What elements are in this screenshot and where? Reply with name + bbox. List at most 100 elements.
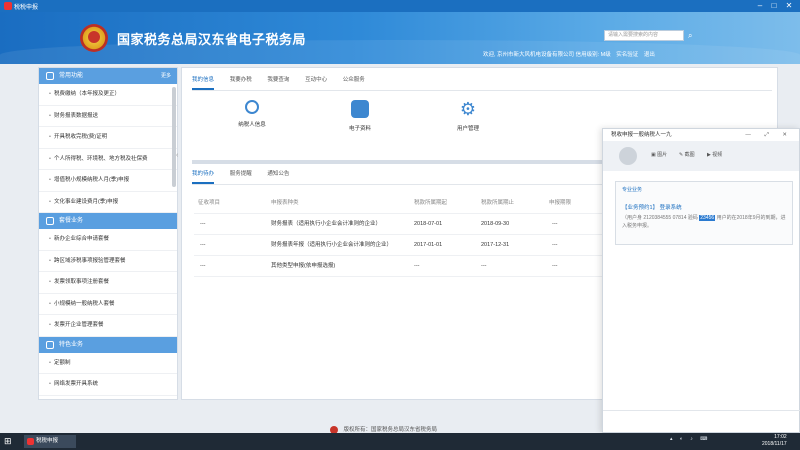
document-icon [351,100,369,118]
search-input[interactable]: 请输入需要搜索的内容 [604,30,684,41]
more-link[interactable]: 更多 [161,68,171,84]
quick-taxpayer-info[interactable]: 纳税人信息 [222,100,282,128]
sidebar-item[interactable]: 新办企业综合申请套餐 [39,229,177,251]
cell: 2018-09-30 [481,221,510,227]
quick-label: 用户管理 [456,126,479,132]
header-cell: 申报期限 [549,200,572,206]
cell: --- [481,263,487,269]
special-icon [46,340,54,349]
divider [192,90,772,91]
taskbar-app-label: 税税申报 [36,438,59,444]
sidebar-item[interactable]: 跨区域涉税事项报验管理套餐 [39,251,177,272]
tab-notice[interactable]: 通知公告 [267,166,289,182]
group-title: 套餐业务 [59,218,84,224]
sidebar-item[interactable]: 财务报表数据报送 [39,106,177,127]
todo-table: 征收项目 申报表种类 税款所属期起 税款所属期止 申报期限 --- 财务报表（适… [194,193,614,277]
sidebar-group-special[interactable]: 特色业务 [39,336,177,353]
sidebar-item[interactable]: 网络发票开具系统 [39,374,177,396]
video-button[interactable]: ▶ 视频 [707,151,722,158]
quick-user-management[interactable]: ⚙ 用户管理 [438,100,498,132]
clock-date: 2018/11/17 [762,441,787,447]
app-icon [4,2,12,10]
app-icon [27,438,34,445]
gear-icon: ⚙ [459,99,477,119]
sidebar-group-packages[interactable]: 套餐业务 [39,213,177,229]
os-taskbar: ⊞ 税税申报 ▴ ◐ ♪ ⌨ 17:02 2018/11/17 [0,433,800,450]
cell: 其他类型申报(依申报选报) [271,263,336,269]
sidebar-item[interactable]: 发票开企业管理套餐 [39,315,177,337]
quick-electronic-docs[interactable]: 电子资料 [330,100,390,132]
sidebar-group-common[interactable]: 常用功能 更多 [39,68,177,84]
sidebar-item[interactable]: 定额制 [39,353,177,374]
window-titlebar: 税税申报 – □ ✕ [0,0,800,12]
sidebar-item[interactable]: 文化事业建设费月(季)申报 [39,192,177,213]
table-row[interactable]: --- 财务报表年报（适用执行小企业会计准则的企业） 2017-01-01 20… [194,235,614,256]
tab-public-service[interactable]: 公众服务 [343,72,365,88]
logout-link[interactable]: 退出 [644,52,655,58]
table-row[interactable]: --- 财务报表（适用执行小企业会计准则的企业） 2018-07-01 2018… [194,214,614,235]
chat-toolbar: ▣ 图片 ✎ 截图 ▶ 视频 [603,141,799,171]
chat-input[interactable] [603,410,800,432]
sidebar-item[interactable]: 小规模纳一般纳税人套餐 [39,294,177,315]
cell: --- [200,263,206,269]
screenshot-button[interactable]: ✎ 截图 [679,151,695,158]
sidebar-item[interactable]: 发票领取事项注册套餐 [39,272,177,294]
sidebar-item[interactable]: 开具税收完税(费)证明 [39,127,177,149]
header-cell: 申报表种类 [271,200,299,206]
chat-title: 税收申报一般纳税人一九 [611,132,672,138]
tab-query[interactable]: 我要查询 [267,72,289,88]
tab-service-reminder[interactable]: 服务提醒 [230,166,252,182]
cell: --- [552,221,558,227]
action-label: 截图 [684,152,695,158]
header-cell: 税款所属期起 [414,200,448,206]
sidebar-item[interactable]: 个人所得税、环境税、地方税及社保费 [39,149,177,170]
person-icon [245,100,259,114]
tab-file-tax[interactable]: 我要办税 [230,72,252,88]
group-title: 常用功能 [59,73,84,79]
welcome-bar: 欢迎, 京州市新大风机电设备有限公司 信用级别: M级 实名验证 退出 [483,50,655,58]
minimize-icon[interactable]: – [754,1,766,11]
collapse-chevron-icon[interactable]: ‹ [176,152,178,159]
table-header: 征收项目 申报表种类 税款所属期起 税款所属期止 申报期限 [194,193,614,214]
windows-start-icon[interactable]: ⊞ [4,436,15,447]
tax-emblem-logo [80,24,108,52]
sidebar-item[interactable]: 增值税小规模纳税人月(季)申报 [39,170,177,192]
welcome-text: 欢迎, 京州市新大风机电设备有限公司 信用级别: M级 [483,52,611,58]
chat-window-controls[interactable]: — ⤢ ✕ [745,129,793,141]
tab-my-todo[interactable]: 我的待办 [192,166,215,184]
card-text: （用户身 2120384555 07814 验码 [622,215,700,221]
search-icon[interactable]: ⌕ [688,30,699,41]
cell: 财务报表年报（适用执行小企业会计准则的企业） [271,242,393,248]
header-cell: 征收项目 [198,200,221,206]
todo-tabs: 我的待办 服务提醒 通知公告 [192,166,303,184]
avatar [619,147,637,165]
sidebar: 常用功能 更多 税费缴纳（本年报及更正） 财务报表数据报送 开具税收完税(费)证… [38,67,178,400]
table-row[interactable]: --- 其他类型申报(依申报选报) --- --- --- [194,256,614,277]
cell: 财务报表（适用执行小企业会计准则的企业） [271,221,382,227]
sidebar-item[interactable]: 税费缴纳（本年报及更正） [39,84,177,106]
cell: 2018-07-01 [414,221,443,227]
taskbar-app[interactable]: 税税申报 [24,435,76,448]
close-icon[interactable]: ✕ [783,1,795,11]
header-cell: 税款所属期止 [481,200,515,206]
verify-link[interactable]: 实名验证 [616,52,638,58]
highlighted-code: 23456 [699,215,716,221]
cell: --- [552,263,558,269]
tab-my-info[interactable]: 我的信息 [192,72,215,90]
card-tag: 专业业务 [622,187,643,193]
maximize-icon[interactable]: □ [768,1,780,11]
system-tray-icons[interactable]: ▴ ◐ ♪ ⌨ [670,436,710,442]
chat-titlebar: 税收申报一般纳税人一九 — ⤢ ✕ [603,129,799,141]
cell: 2017-01-01 [414,242,443,248]
card-link[interactable]: 【业务预约1】 登录系统 [622,203,786,211]
tab-interaction[interactable]: 互动中心 [305,72,327,88]
cell: --- [414,263,420,269]
clock-time: 17:02 [774,434,787,440]
package-icon [46,217,54,225]
group-title: 特色业务 [59,341,84,348]
image-button[interactable]: ▣ 图片 [651,151,667,158]
action-label: 视频 [712,152,723,158]
sidebar-scrollbar[interactable] [172,87,176,187]
quick-label: 电子资料 [348,126,371,132]
system-clock[interactable]: 17:02 2018/11/17 [762,434,787,448]
